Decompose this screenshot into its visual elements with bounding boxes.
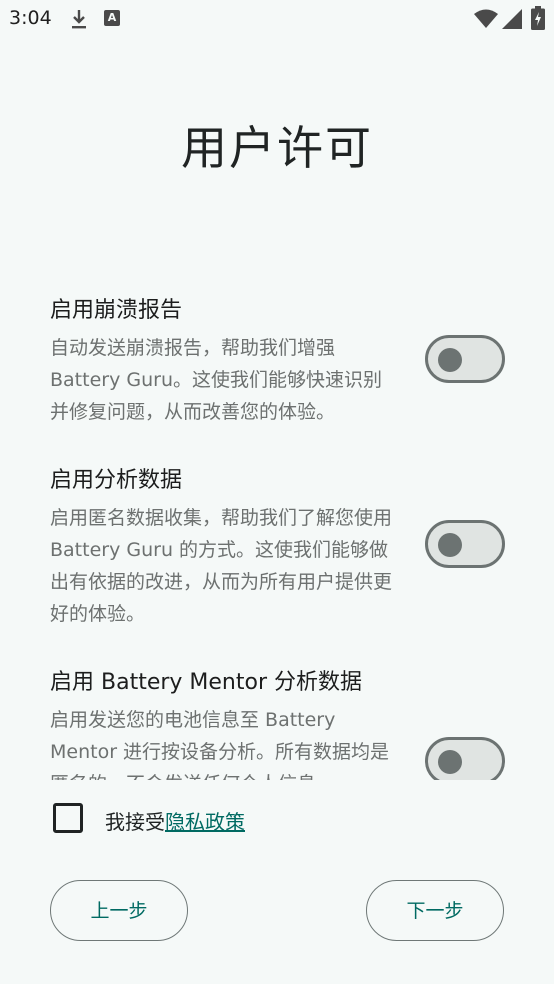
- previous-button[interactable]: 上一步: [50, 880, 188, 941]
- download-icon: [72, 10, 86, 29]
- consent-row: 我接受隐私政策: [50, 800, 350, 836]
- setting-title: 启用 Battery Mentor 分析数据: [50, 670, 362, 695]
- signal-icon: [502, 9, 522, 29]
- analytics-toggle[interactable]: [425, 520, 505, 568]
- toggle-thumb: [438, 750, 462, 774]
- battery-icon: [531, 6, 545, 30]
- setting-analytics: 启用分析数据 启用匿名数据收集，帮助我们了解您使用 Battery Guru 的…: [0, 462, 554, 642]
- status-bar: 3:04 A: [0, 0, 554, 38]
- privacy-policy-link[interactable]: 隐私政策: [165, 810, 245, 834]
- page-title: 用户许可: [181, 121, 373, 175]
- setting-battery-mentor: 启用 Battery Mentor 分析数据 启用发送您的电池信息至 Batte…: [0, 664, 554, 780]
- consent-text: 我接受隐私政策: [105, 806, 245, 835]
- setting-title: 启用崩溃报告: [50, 298, 183, 323]
- next-button[interactable]: 下一步: [366, 880, 504, 941]
- setting-description: 自动发送崩溃报告，帮助我们增强 Battery Guru。这使我们能够快速识别并…: [50, 337, 382, 423]
- a-badge-icon: A: [104, 10, 120, 26]
- consent-prefix: 我接受: [105, 810, 165, 834]
- status-time: 3:04: [9, 7, 52, 29]
- toggle-thumb: [438, 533, 462, 557]
- battery-mentor-toggle[interactable]: [425, 737, 505, 780]
- privacy-consent-checkbox[interactable]: [53, 803, 83, 833]
- settings-list[interactable]: 启用崩溃报告 自动发送崩溃报告，帮助我们增强 Battery Guru。这使我们…: [0, 292, 554, 780]
- setting-description: 启用匿名数据收集，帮助我们了解您使用 Battery Guru 的方式。这使我们…: [50, 507, 393, 625]
- setting-crash-reports: 启用崩溃报告 自动发送崩溃报告，帮助我们增强 Battery Guru。这使我们…: [0, 292, 554, 442]
- crash-reports-toggle[interactable]: [425, 335, 505, 383]
- setting-description: 启用发送您的电池信息至 Battery Mentor 进行按设备分析。所有数据均…: [50, 709, 390, 780]
- toggle-thumb: [438, 348, 462, 372]
- setting-title: 启用分析数据: [50, 468, 183, 493]
- wifi-icon: [474, 9, 498, 28]
